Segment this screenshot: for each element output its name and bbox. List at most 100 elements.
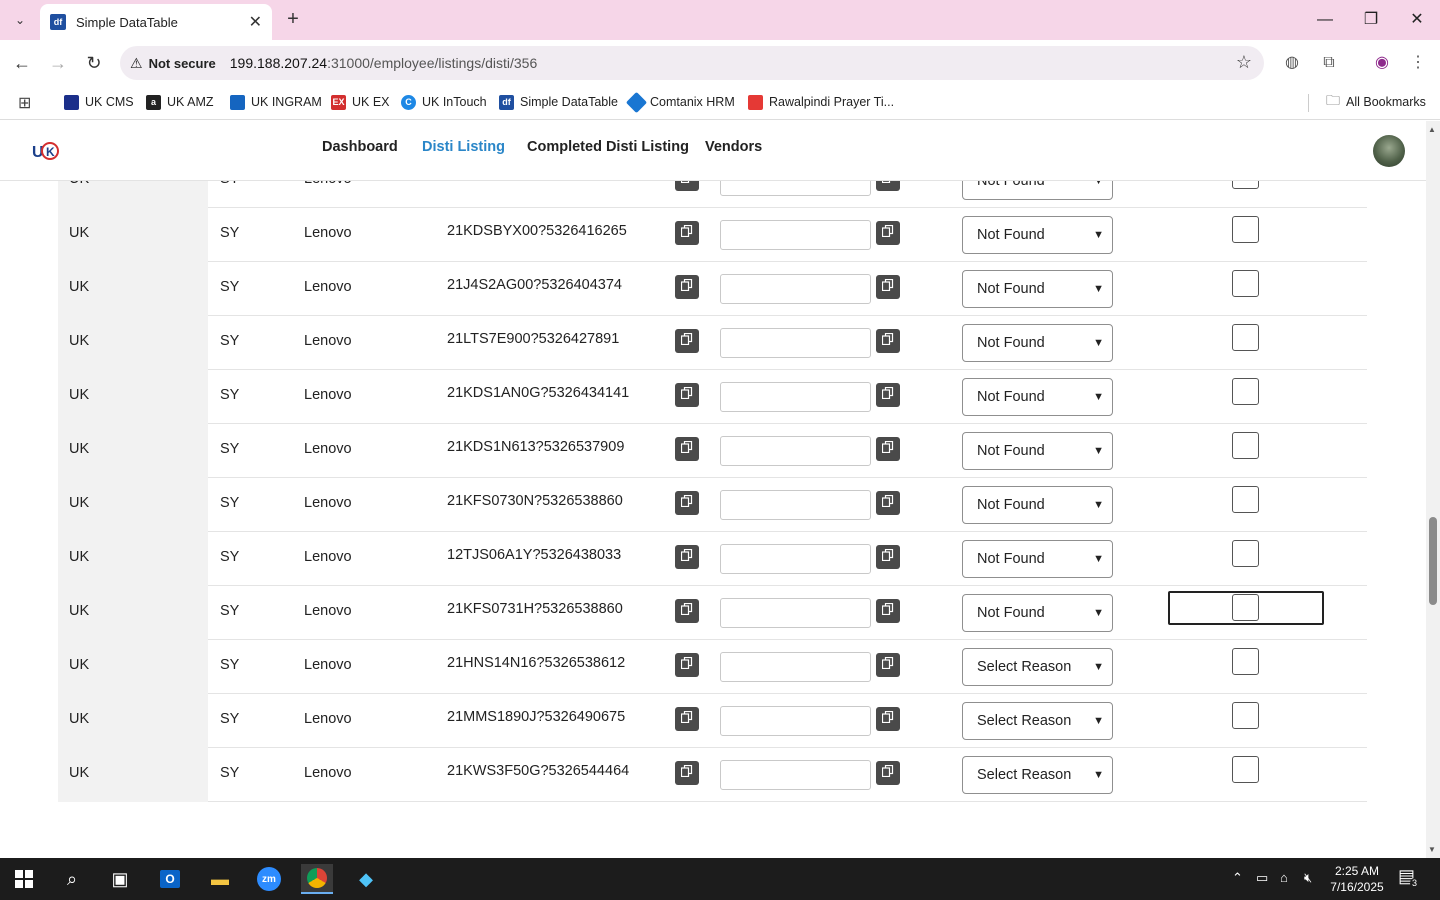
- start-icon[interactable]: [8, 864, 40, 894]
- new-tab-icon[interactable]: +: [282, 8, 304, 30]
- row-checkbox[interactable]: [1232, 702, 1259, 729]
- row-checkbox[interactable]: [1232, 486, 1259, 513]
- reason-select[interactable]: Select Reason ▼: [962, 648, 1113, 686]
- reason-select[interactable]: Select Reason ▼: [962, 702, 1113, 740]
- apps-grid-icon[interactable]: ⊞: [18, 93, 31, 113]
- reason-select[interactable]: Not Found ▼: [962, 432, 1113, 470]
- nav-dashboard[interactable]: Dashboard: [322, 139, 398, 155]
- tab-search-icon[interactable]: ⌄: [8, 8, 32, 32]
- nav-disti-listing[interactable]: Disti Listing: [422, 139, 505, 155]
- row-checkbox[interactable]: [1232, 756, 1259, 783]
- paste-button[interactable]: [876, 653, 900, 677]
- value-input[interactable]: [720, 490, 871, 520]
- scrollbar-thumb[interactable]: [1429, 517, 1437, 605]
- bookmark-rawalpindi-prayer[interactable]: Rawalpindi Prayer Ti...: [748, 92, 894, 112]
- reason-select[interactable]: Select Reason ▼: [962, 756, 1113, 794]
- uk-logo-icon[interactable]: U K: [32, 139, 60, 163]
- chrome-icon[interactable]: [301, 864, 333, 894]
- paste-button[interactable]: [876, 221, 900, 245]
- paste-button[interactable]: [876, 275, 900, 299]
- value-input[interactable]: [720, 598, 871, 628]
- reload-icon[interactable]: ↻: [82, 51, 106, 75]
- reason-select[interactable]: Not Found ▼: [962, 216, 1113, 254]
- bookmark-uk-cms[interactable]: UK CMS: [64, 92, 134, 112]
- translate-icon[interactable]: ◍: [1280, 51, 1304, 75]
- minimize-icon[interactable]: —: [1310, 8, 1340, 32]
- outlook-icon[interactable]: O: [154, 864, 186, 894]
- row-checkbox[interactable]: [1232, 270, 1259, 297]
- paste-button[interactable]: [876, 491, 900, 515]
- tab-close-icon[interactable]: ✕: [249, 12, 262, 32]
- browser-tab[interactable]: df Simple DataTable ✕: [40, 4, 272, 40]
- reason-select[interactable]: Not Found ▼: [962, 378, 1113, 416]
- nav-completed-disti-listing[interactable]: Completed Disti Listing: [527, 139, 689, 155]
- bookmark-comtanix-hrm[interactable]: Comtanix HRM: [625, 91, 735, 113]
- row-checkbox[interactable]: [1232, 540, 1259, 567]
- extensions-icon[interactable]: ⧉: [1317, 51, 1341, 75]
- copy-sku-button[interactable]: [675, 707, 699, 731]
- paste-button[interactable]: [876, 761, 900, 785]
- value-input[interactable]: [720, 274, 871, 304]
- paste-button[interactable]: [876, 545, 900, 569]
- row-checkbox[interactable]: [1232, 432, 1259, 459]
- wifi-icon[interactable]: ⌂: [1280, 870, 1288, 885]
- copy-sku-button[interactable]: [675, 329, 699, 353]
- value-input[interactable]: [720, 436, 871, 466]
- paste-button[interactable]: [876, 599, 900, 623]
- value-input[interactable]: [720, 760, 871, 790]
- value-input[interactable]: [720, 652, 871, 682]
- copy-sku-button[interactable]: [675, 761, 699, 785]
- profile-icon[interactable]: ◉: [1370, 51, 1394, 75]
- value-input[interactable]: [720, 544, 871, 574]
- row-checkbox[interactable]: [1232, 378, 1259, 405]
- search-icon[interactable]: ⌕: [56, 864, 88, 894]
- copy-sku-button[interactable]: [675, 383, 699, 407]
- value-input[interactable]: [720, 328, 871, 358]
- reason-select[interactable]: Not Found ▼: [962, 540, 1113, 578]
- bookmark-star-icon[interactable]: ☆: [1236, 52, 1252, 73]
- value-input[interactable]: [720, 382, 871, 412]
- menu-icon[interactable]: ⋮: [1406, 51, 1430, 75]
- scroll-down-icon[interactable]: ▼: [1428, 845, 1436, 854]
- bookmark-uk-ingram[interactable]: UK INGRAM: [230, 92, 322, 112]
- volume-muted-icon[interactable]: 🔇︎: [1304, 870, 1312, 886]
- copy-sku-button[interactable]: [675, 275, 699, 299]
- value-input[interactable]: [720, 706, 871, 736]
- copy-sku-button[interactable]: [675, 491, 699, 515]
- paste-button[interactable]: [876, 437, 900, 461]
- app-diamond-icon[interactable]: ◆: [350, 864, 382, 894]
- bookmark-uk-ex[interactable]: EX UK EX: [331, 92, 390, 112]
- forward-icon[interactable]: →: [46, 51, 70, 75]
- paste-button[interactable]: [876, 383, 900, 407]
- all-bookmarks[interactable]: 🗀 All Bookmarks: [1326, 92, 1426, 112]
- row-checkbox[interactable]: [1232, 648, 1259, 675]
- notifications-icon[interactable]: ▤ 3: [1398, 866, 1420, 888]
- system-clock[interactable]: 2:25 AM 7/16/2025: [1326, 863, 1388, 895]
- back-icon[interactable]: ←: [10, 51, 34, 75]
- tray-chevron-icon[interactable]: ⌃: [1232, 870, 1243, 886]
- window-close-icon[interactable]: ✕: [1402, 8, 1432, 32]
- value-input[interactable]: [720, 220, 871, 250]
- file-explorer-icon[interactable]: ▬: [204, 864, 236, 894]
- copy-sku-button[interactable]: [675, 545, 699, 569]
- nav-vendors[interactable]: Vendors: [705, 139, 762, 155]
- scroll-up-icon[interactable]: ▲: [1428, 125, 1436, 134]
- reason-select[interactable]: Not Found ▼: [962, 324, 1113, 362]
- copy-sku-button[interactable]: [675, 653, 699, 677]
- restore-icon[interactable]: ❐: [1356, 8, 1386, 32]
- page-scrollbar[interactable]: ▲ ▼: [1426, 121, 1440, 858]
- reason-select[interactable]: Not Found ▼: [962, 486, 1113, 524]
- copy-sku-button[interactable]: [675, 221, 699, 245]
- avatar[interactable]: [1373, 135, 1405, 167]
- task-view-icon[interactable]: ▣: [104, 864, 136, 894]
- address-bar[interactable]: ⚠ Not secure 199.188.207.24:31000/employ…: [120, 46, 1264, 80]
- paste-button[interactable]: [876, 329, 900, 353]
- copy-sku-button[interactable]: [675, 437, 699, 461]
- reason-select[interactable]: Not Found ▼: [962, 270, 1113, 308]
- zoom-icon[interactable]: zm: [253, 864, 285, 894]
- row-checkbox[interactable]: [1232, 216, 1259, 243]
- reason-select[interactable]: Not Found ▼: [962, 594, 1113, 632]
- bookmark-uk-intouch[interactable]: C UK InTouch: [401, 92, 487, 112]
- paste-button[interactable]: [876, 707, 900, 731]
- bookmark-simple-datatable[interactable]: df Simple DataTable: [499, 92, 618, 112]
